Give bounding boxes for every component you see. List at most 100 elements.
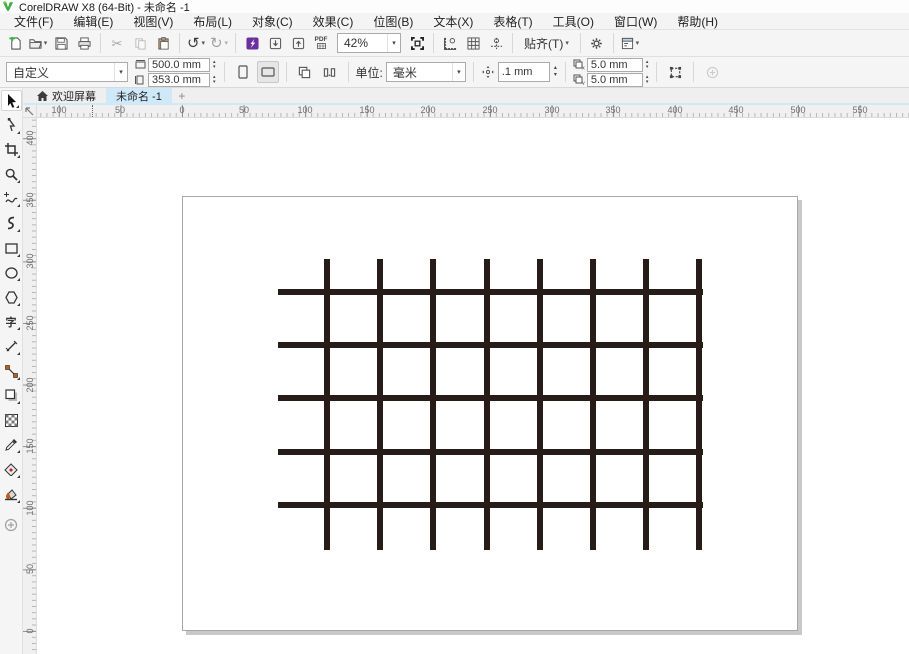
units-combobox[interactable]: 毫米 ▾	[385, 62, 466, 82]
menu-item-tools[interactable]: 工具(O)	[543, 13, 604, 30]
artistic-media-tool[interactable]	[1, 213, 22, 234]
ellipse-tool[interactable]	[1, 262, 22, 283]
ruler-origin-button[interactable]	[23, 105, 37, 118]
nudge-offset-spinner[interactable]: ▴ ▾	[553, 65, 558, 79]
menu-item-help[interactable]: 帮助(H)	[667, 13, 728, 30]
all-pages-button[interactable]	[294, 61, 316, 83]
smart-fill-tool[interactable]	[1, 484, 22, 505]
duplicate-y-spinner[interactable]: ▴ ▾	[645, 74, 650, 85]
rectangle-tool[interactable]	[1, 238, 22, 259]
new-document-button[interactable]	[4, 32, 26, 54]
duplicate-y-field[interactable]: 5.0 mm	[586, 72, 643, 87]
import-button[interactable]	[264, 32, 286, 54]
s-curve-stroke-icon	[7, 217, 15, 230]
vertical-ruler[interactable]: 400 350 300 250 200 150 100 50 0	[23, 118, 37, 654]
crop-tool[interactable]	[1, 139, 22, 160]
grid-line-horizontal[interactable]	[278, 448, 703, 455]
menu-item-effects[interactable]: 效果(C)	[303, 13, 364, 30]
page-preset-caret[interactable]: ▾	[114, 63, 127, 81]
nudge-offset-field[interactable]: .1 mm	[497, 62, 550, 82]
current-page-button[interactable]	[319, 61, 341, 83]
polygon-tool[interactable]	[1, 287, 22, 308]
page-preset-value: 自定义	[13, 65, 50, 80]
transparency-tool[interactable]	[1, 410, 22, 431]
page-height-spinner[interactable]: ▴ ▾	[212, 74, 217, 85]
landscape-button[interactable]	[256, 61, 279, 83]
duplicate-x-field[interactable]: 5.0 mm	[586, 57, 643, 72]
zoom-tool[interactable]	[1, 164, 22, 185]
redo-dropdown-caret[interactable]: ▾	[225, 39, 229, 47]
vruler-label: 250	[25, 315, 35, 331]
menu-item-window[interactable]: 窗口(W)	[604, 13, 667, 30]
menu-item-table[interactable]: 表格(T)	[483, 13, 542, 30]
redo-button[interactable]: ↻ ▾	[208, 32, 230, 54]
options-button[interactable]	[586, 32, 608, 54]
page-height-field[interactable]: 353.0 mm	[148, 72, 210, 87]
drop-shadow-tool[interactable]	[1, 385, 22, 406]
print-button[interactable]	[73, 32, 95, 54]
treat-as-filled-icon	[669, 66, 681, 78]
magnifier-icon	[5, 168, 18, 181]
zoom-level-caret[interactable]: ▾	[387, 34, 400, 52]
undo-button[interactable]: ↺ ▾	[185, 32, 207, 54]
color-eyedropper-tool[interactable]	[1, 434, 22, 455]
application-launcher-dropdown[interactable]: ▾	[619, 32, 641, 54]
menu-item-layout[interactable]: 布局(L)	[183, 13, 242, 30]
application-launcher-icon	[621, 37, 633, 49]
grid-line-horizontal[interactable]	[278, 501, 703, 508]
export-button[interactable]	[287, 32, 309, 54]
add-propbar-item-button[interactable]	[701, 61, 723, 83]
menu-item-edit[interactable]: 编辑(E)	[63, 13, 123, 30]
treat-as-filled-button[interactable]	[664, 61, 686, 83]
copy-button[interactable]	[129, 32, 151, 54]
new-tab-button[interactable]: +	[172, 88, 192, 103]
tab-welcome-screen[interactable]: 欢迎屏幕	[27, 88, 106, 103]
customize-toolbox-button[interactable]	[1, 514, 22, 535]
grid-line-horizontal[interactable]	[278, 342, 703, 349]
zoom-level-combobox[interactable]: 42% ▾	[337, 33, 401, 53]
menu-item-bitmaps[interactable]: 位图(B)	[363, 13, 423, 30]
units-label: 单位:	[355, 65, 383, 80]
search-content-button[interactable]	[241, 32, 263, 54]
open-dropdown-caret[interactable]: ▾	[44, 39, 48, 47]
horizontal-ruler[interactable]: 100 50 0 50 100 150 200 250 300 350 400 450 500 550	[37, 105, 909, 118]
cut-button[interactable]: ✂	[106, 32, 128, 54]
canvas[interactable]	[37, 118, 909, 654]
show-guidelines-button[interactable]	[485, 32, 507, 54]
page-width-field[interactable]: 500.0 mm	[148, 57, 210, 72]
menu-item-object[interactable]: 对象(C)	[242, 13, 303, 30]
hruler-label: 50	[114, 105, 126, 115]
grid-line-horizontal[interactable]	[278, 289, 703, 295]
open-button[interactable]: ▾	[27, 32, 49, 54]
tab-document[interactable]: 未命名 -1	[106, 88, 172, 103]
interactive-fill-tool[interactable]	[1, 459, 22, 480]
freehand-tool[interactable]	[1, 188, 22, 209]
toolbar-separator	[579, 33, 581, 53]
menu-item-view[interactable]: 视图(V)	[123, 13, 183, 30]
duplicate-x-spinner[interactable]: ▴ ▾	[645, 59, 650, 70]
publish-pdf-button[interactable]: PDF	[310, 32, 332, 54]
units-caret[interactable]: ▾	[451, 63, 465, 81]
text-tool[interactable]: 字	[1, 311, 22, 332]
show-rulers-button[interactable]	[439, 32, 461, 54]
page-preset-combobox[interactable]: 自定义 ▾	[6, 62, 128, 82]
portrait-button[interactable]	[232, 61, 254, 83]
snap-to-dropdown[interactable]: 贴齐(T) ▾	[518, 32, 575, 54]
pick-tool[interactable]	[0, 90, 22, 111]
polygon-icon	[4, 291, 18, 304]
save-button[interactable]	[50, 32, 72, 54]
straight-line-connector-tool[interactable]	[1, 361, 22, 382]
fullscreen-preview-button[interactable]	[406, 32, 428, 54]
menu-item-file[interactable]: 文件(F)	[4, 13, 63, 30]
undo-dropdown-caret[interactable]: ▾	[202, 39, 206, 47]
menu-item-text[interactable]: 文本(X)	[423, 13, 483, 30]
paste-button[interactable]	[152, 32, 174, 54]
grid-line-horizontal[interactable]	[278, 395, 703, 402]
show-grid-button[interactable]	[462, 32, 484, 54]
shape-tool[interactable]	[1, 115, 22, 136]
toolbar-separator	[433, 33, 434, 53]
drawing-page[interactable]	[182, 196, 798, 631]
propbar-separator	[285, 62, 287, 82]
page-width-spinner[interactable]: ▴ ▾	[212, 59, 217, 70]
parallel-dimension-tool[interactable]	[1, 336, 22, 357]
